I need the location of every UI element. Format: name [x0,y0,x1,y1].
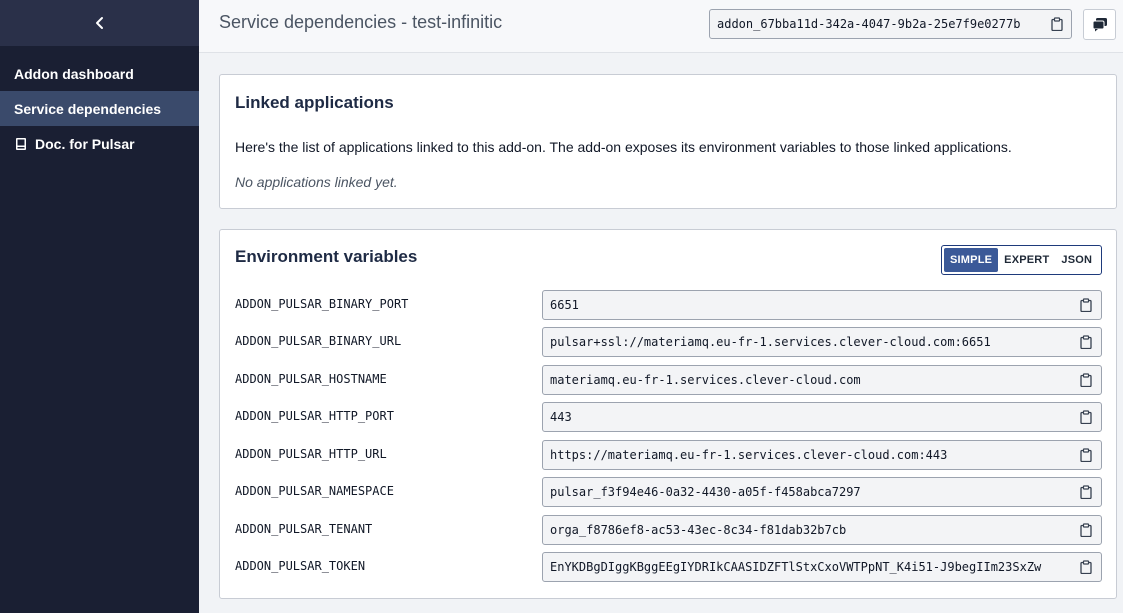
clipboard-icon[interactable] [1051,17,1063,31]
env-row: ADDON_PULSAR_HTTP_URL https://materiamq.… [235,440,1102,470]
page-title: Service dependencies - test-infinitic [219,12,503,32]
collapse-sidebar-button[interactable] [0,0,199,46]
env-var-value[interactable]: EnYKDBgDIggKBggEEgIYDRIkCAASIDZFTlStxCxo… [550,560,1060,574]
env-var-value-field[interactable]: 6651 [542,290,1102,320]
sidebar-item-label: Doc. for Pulsar [35,135,135,152]
chat-icon [1092,18,1107,32]
env-var-name: ADDON_PULSAR_TOKEN [235,559,366,573]
sidebar-item-addon-dashboard[interactable]: Addon dashboard [0,56,199,91]
clipboard-icon[interactable] [1080,485,1092,499]
env-var-value-field[interactable]: EnYKDBgDIggKBggEEgIYDRIkCAASIDZFTlStxCxo… [542,552,1102,582]
sidebar-item-label: Service dependencies [14,100,162,117]
env-var-value[interactable]: pulsar_f3f94e46-0a32-4430-a05f-f458abca7… [550,485,1060,499]
env-var-name: ADDON_PULSAR_HTTP_PORT [235,409,394,423]
env-row: ADDON_PULSAR_TENANT orga_f8786ef8-ac53-4… [235,515,1102,545]
clipboard-icon[interactable] [1080,560,1092,574]
sidebar: Addon dashboard Service dependencies Doc… [0,0,199,613]
env-var-name: ADDON_PULSAR_NAMESPACE [235,484,394,498]
env-var-value[interactable]: https://materiamq.eu-fr-1.services.cleve… [550,448,1060,462]
env-var-value[interactable]: materiamq.eu-fr-1.services.clever-cloud.… [550,373,1060,387]
env-var-value[interactable]: pulsar+ssl://materiamq.eu-fr-1.services.… [550,335,1060,349]
clipboard-icon[interactable] [1080,373,1092,387]
env-var-value-field[interactable]: pulsar+ssl://materiamq.eu-fr-1.services.… [542,327,1102,357]
clipboard-icon[interactable] [1080,448,1092,462]
env-row: ADDON_PULSAR_NAMESPACE pulsar_f3f94e46-0… [235,477,1102,507]
clipboard-icon[interactable] [1080,298,1092,312]
env-row: ADDON_PULSAR_HTTP_PORT 443 [235,402,1102,432]
empty-state-text: No applications linked yet. [235,174,398,190]
linked-applications-card: Linked applications Here's the list of a… [219,74,1117,209]
mode-json-button[interactable]: JSON [1055,248,1098,272]
env-var-value-field[interactable]: pulsar_f3f94e46-0a32-4430-a05f-f458abca7… [542,477,1102,507]
mode-simple-button[interactable]: SIMPLE [944,248,999,272]
environment-variables-card: Environment variables SIMPLE EXPERT JSON… [219,229,1117,599]
header: Service dependencies - test-infinitic ad… [199,0,1123,53]
env-row: ADDON_PULSAR_BINARY_PORT 6651 [235,290,1102,320]
linked-applications-title: Linked applications [235,93,394,112]
environment-variables-title: Environment variables [235,247,418,266]
sidebar-item-service-dependencies[interactable]: Service dependencies [0,91,199,126]
env-var-name: ADDON_PULSAR_HOSTNAME [235,372,387,386]
addon-id-field[interactable]: addon_67bba11d-342a-4047-9b2a-25e7f9e027… [709,9,1072,39]
linked-applications-description: Here's the list of applications linked t… [235,139,1012,155]
env-var-name: ADDON_PULSAR_HTTP_URL [235,447,387,461]
sidebar-item-doc-pulsar[interactable]: Doc. for Pulsar [0,126,199,161]
env-var-name: ADDON_PULSAR_BINARY_URL [235,334,402,348]
mode-expert-button[interactable]: EXPERT [998,248,1055,272]
clipboard-icon[interactable] [1080,335,1092,349]
env-var-value-field[interactable]: materiamq.eu-fr-1.services.clever-cloud.… [542,365,1102,395]
chevron-left-icon [95,17,103,29]
sidebar-item-label: Addon dashboard [14,65,134,82]
env-var-name: ADDON_PULSAR_TENANT [235,522,373,536]
chat-button[interactable] [1083,9,1116,40]
clipboard-icon[interactable] [1080,410,1092,424]
env-var-value[interactable]: 443 [550,410,1060,424]
env-row: ADDON_PULSAR_HOSTNAME materiamq.eu-fr-1.… [235,365,1102,395]
env-row: ADDON_PULSAR_TOKEN EnYKDBgDIggKBggEEgIYD… [235,552,1102,582]
env-var-name: ADDON_PULSAR_BINARY_PORT [235,297,409,311]
addon-id-value[interactable]: addon_67bba11d-342a-4047-9b2a-25e7f9e027… [717,17,1039,31]
env-var-value[interactable]: 6651 [550,298,1060,312]
mode-toggle: SIMPLE EXPERT JSON [941,245,1102,275]
book-icon [14,137,28,151]
env-var-value-field[interactable]: 443 [542,402,1102,432]
clipboard-icon[interactable] [1080,523,1092,537]
env-var-value-field[interactable]: https://materiamq.eu-fr-1.services.cleve… [542,440,1102,470]
env-row: ADDON_PULSAR_BINARY_URL pulsar+ssl://mat… [235,327,1102,357]
env-var-value[interactable]: orga_f8786ef8-ac53-43ec-8c34-f81dab32b7c… [550,523,1060,537]
env-var-value-field[interactable]: orga_f8786ef8-ac53-43ec-8c34-f81dab32b7c… [542,515,1102,545]
